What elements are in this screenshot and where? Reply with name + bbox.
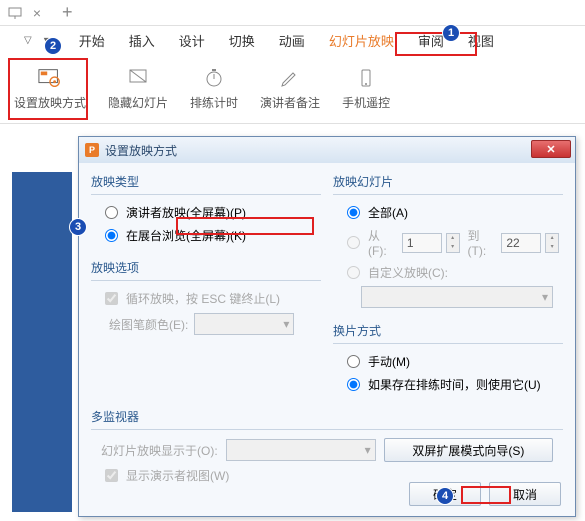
check-loop-label: 循环放映，按 ESC 键终止(L) [126, 290, 280, 307]
radio-manual-label: 手动(M) [368, 353, 410, 370]
dual-screen-wizard-button[interactable]: 双屏扩展模式向导(S) [384, 438, 553, 462]
group-advance: 换片方式 手动(M) 如果存在排练时间，则使用它(U) [333, 318, 563, 396]
check-loop-input [105, 292, 118, 305]
dialog-titlebar: P 设置放映方式 ✕ [79, 137, 575, 163]
radio-all-label: 全部(A) [368, 204, 408, 221]
title-bar: × + [0, 0, 585, 26]
radio-timings[interactable]: 如果存在排练时间，则使用它(U) [333, 373, 563, 396]
radio-all[interactable]: 全部(A) [333, 201, 563, 224]
ribbon-strip: 设置放映方式 隐藏幻灯片 排练计时 演讲者备注 手机遥控 [0, 54, 585, 124]
cancel-button[interactable]: 取消 [489, 482, 561, 506]
setup-slideshow-dialog: P 设置放映方式 ✕ 放映类型 演讲者放映(全屏幕)(P) 在展台浏览(全屏幕)… [78, 136, 576, 517]
tab-insert[interactable]: 插入 [117, 27, 167, 54]
remote-label: 手机遥控 [342, 94, 390, 111]
display-on-label: 幻灯片放映显示于(O): [101, 442, 218, 459]
rehearse-label: 排练计时 [190, 94, 238, 111]
radio-presenter-input[interactable] [105, 206, 118, 219]
radio-all-input[interactable] [347, 206, 360, 219]
radio-manual[interactable]: 手动(M) [333, 350, 563, 373]
radio-custom: 自定义放映(C): [333, 261, 563, 284]
dialog-footer: 确定 取消 [409, 482, 561, 506]
pen-color-row: 绘图笔颜色(E): ▾ [91, 310, 321, 338]
badge-3: 3 [69, 218, 87, 236]
tab-design[interactable]: 设计 [167, 27, 217, 54]
check-loop: 循环放映，按 ESC 键终止(L) [91, 287, 321, 310]
setup-slideshow-button[interactable]: 设置放映方式 [8, 54, 92, 123]
pen-color-label: 绘图笔颜色(E): [109, 316, 188, 333]
check-presenter-view-input [105, 469, 118, 482]
hide-slide-label: 隐藏幻灯片 [108, 94, 168, 111]
badge-4: 4 [436, 487, 454, 505]
group-title-monitors: 多监视器 [91, 404, 563, 430]
close-doc-icon[interactable]: × [30, 6, 44, 20]
setup-icon [38, 66, 62, 90]
app-icon: P [85, 143, 99, 157]
radio-from-row[interactable]: 从(F): ▴▾ 到(T): ▴▾ [333, 224, 563, 261]
radio-kiosk[interactable]: 在展台浏览(全屏幕)(K) [91, 224, 321, 247]
slide-thumbnail-panel [12, 172, 72, 512]
qat-dropdown-icon[interactable]: ▽ [24, 35, 32, 46]
radio-custom-label: 自定义放映(C): [368, 264, 448, 281]
chevron-down-icon: ▾ [542, 290, 548, 304]
from-label: 从(F): [368, 227, 398, 258]
radio-timings-input[interactable] [347, 378, 360, 391]
pen-color-combo: ▾ [194, 313, 294, 335]
to-value [501, 233, 541, 253]
badge-1: 1 [442, 24, 460, 42]
hide-slide-icon [126, 66, 150, 90]
tab-transition[interactable]: 切换 [217, 27, 267, 54]
tab-home[interactable]: 开始 [67, 27, 117, 54]
chevron-down-icon: ▾ [283, 317, 289, 331]
radio-custom-input [347, 266, 360, 279]
presentation-icon [8, 6, 22, 20]
tab-slideshow[interactable]: 幻灯片放映 [317, 27, 406, 54]
group-monitors: 多监视器 幻灯片放映显示于(O): ▾ 双屏扩展模式向导(S) 显示演示者视图(… [91, 404, 563, 487]
tab-view[interactable]: 视图 [456, 27, 506, 54]
check-presenter-view-label: 显示演示者视图(W) [126, 467, 229, 484]
dialog-close-button[interactable]: ✕ [531, 140, 571, 158]
to-label: 到(T): [468, 227, 498, 258]
notes-button[interactable]: 演讲者备注 [254, 54, 326, 123]
radio-timings-label: 如果存在排练时间，则使用它(U) [368, 376, 541, 393]
group-show-type: 放映类型 演讲者放映(全屏幕)(P) 在展台浏览(全屏幕)(K) [91, 169, 321, 247]
group-title-type: 放映类型 [91, 169, 321, 195]
display-on-combo: ▾ [226, 439, 376, 461]
group-title-advance: 换片方式 [333, 318, 563, 344]
ribbon-tabs: ▽ ▾ 开始 插入 设计 切换 动画 幻灯片放映 审阅 视图 [0, 26, 585, 54]
group-title-slides: 放映幻灯片 [333, 169, 563, 195]
hide-slide-button[interactable]: 隐藏幻灯片 [102, 54, 174, 123]
from-value [402, 233, 442, 253]
radio-kiosk-label: 在展台浏览(全屏幕)(K) [126, 227, 246, 244]
phone-icon [354, 66, 378, 90]
to-spinner: ▴▾ [545, 233, 559, 253]
tab-animation[interactable]: 动画 [267, 27, 317, 54]
notes-label: 演讲者备注 [260, 94, 320, 111]
pencil-icon [278, 66, 302, 90]
custom-show-combo: ▾ [361, 286, 553, 308]
radio-from-input [347, 236, 360, 249]
remote-button[interactable]: 手机遥控 [336, 54, 396, 123]
setup-label: 设置放映方式 [14, 94, 86, 111]
radio-presenter-label: 演讲者放映(全屏幕)(P) [126, 204, 246, 221]
chevron-down-icon: ▾ [365, 443, 371, 457]
group-options: 放映选项 循环放映，按 ESC 键终止(L) 绘图笔颜色(E): ▾ [91, 255, 321, 338]
badge-2: 2 [44, 37, 62, 55]
group-title-options: 放映选项 [91, 255, 321, 281]
rehearse-button[interactable]: 排练计时 [184, 54, 244, 123]
stopwatch-icon [202, 66, 226, 90]
from-spinner: ▴▾ [446, 233, 460, 253]
radio-manual-input[interactable] [347, 355, 360, 368]
group-slides: 放映幻灯片 全部(A) 从(F): ▴▾ 到(T): ▴▾ 自定义放映(C): [333, 169, 563, 310]
new-tab-button[interactable]: + [62, 2, 73, 23]
dialog-title: 设置放映方式 [105, 142, 177, 159]
radio-kiosk-input[interactable] [105, 229, 118, 242]
radio-presenter[interactable]: 演讲者放映(全屏幕)(P) [91, 201, 321, 224]
